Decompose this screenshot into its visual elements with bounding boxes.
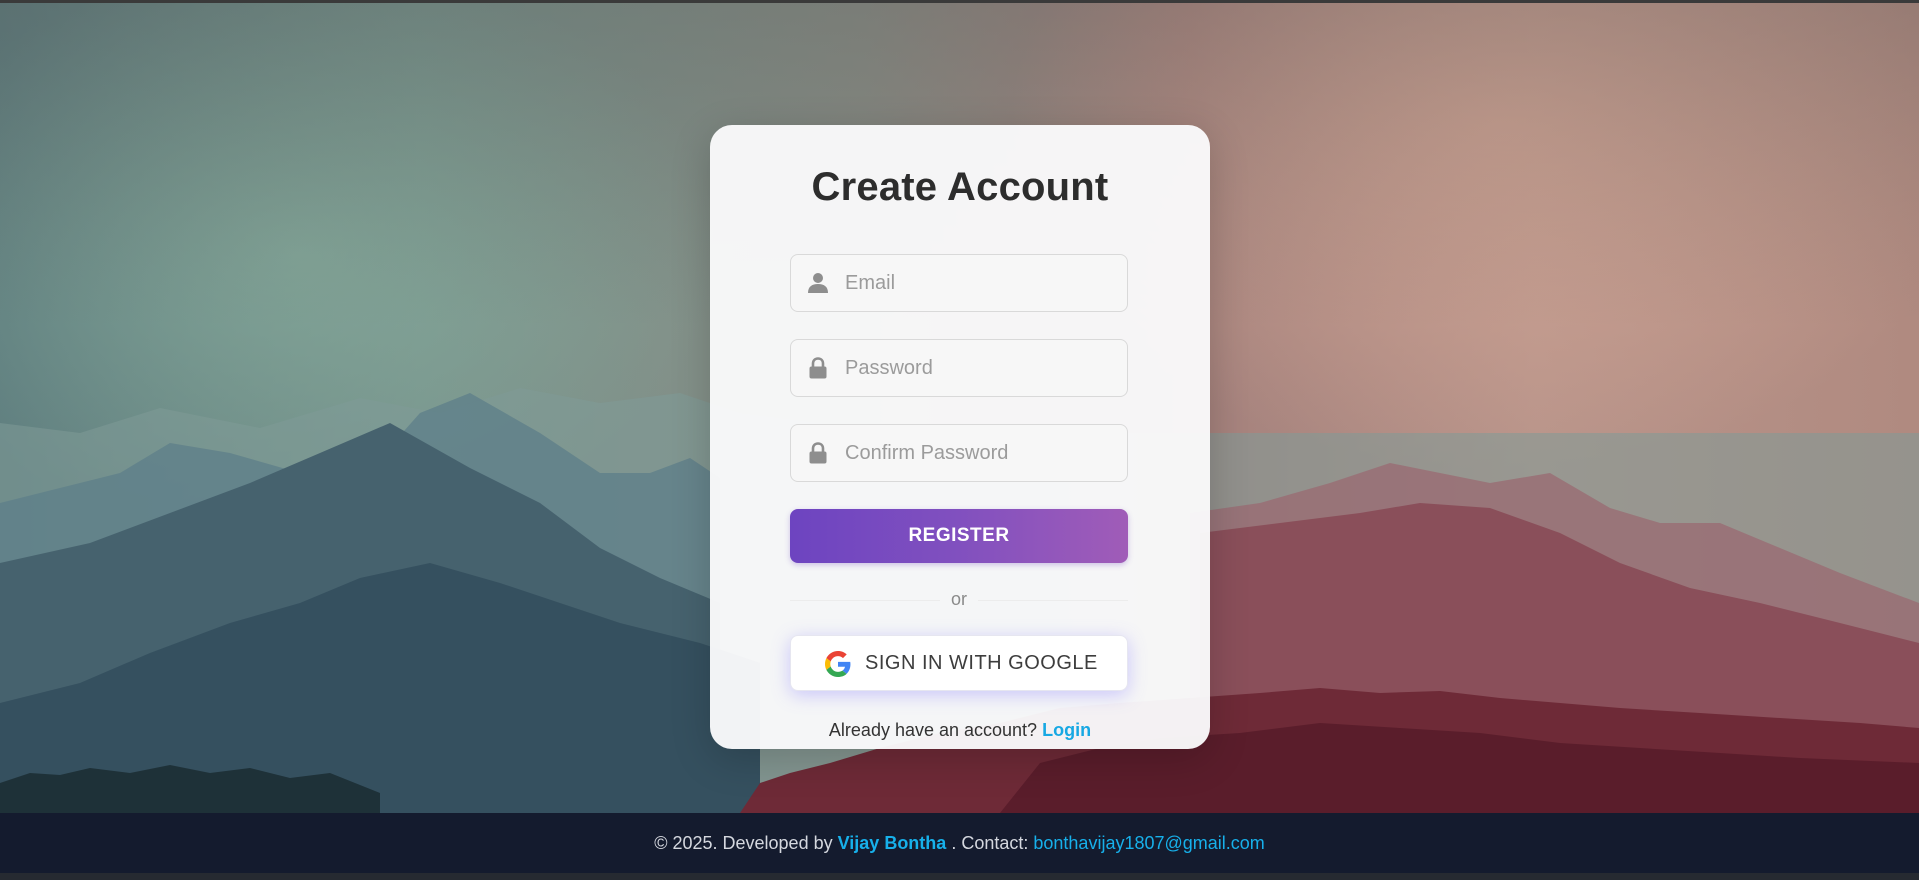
developer-name: Vijay Bontha <box>837 833 947 853</box>
page: Create Account REGISTER or <box>0 0 1919 880</box>
password-field[interactable] <box>790 339 1128 397</box>
user-icon <box>808 273 828 293</box>
divider-line-right <box>978 600 1128 601</box>
login-prompt: Already have an account? Login <box>710 720 1210 741</box>
confirm-password-input[interactable] <box>845 425 1115 481</box>
google-button-label: SIGN IN WITH GOOGLE <box>865 652 1098 674</box>
lock-icon <box>809 442 827 464</box>
contact-email-link[interactable]: bonthavijay1807@gmail.com <box>1033 833 1264 853</box>
login-link[interactable]: Login <box>1042 720 1091 740</box>
email-input[interactable] <box>845 255 1115 311</box>
bottom-border <box>0 873 1919 880</box>
register-card: Create Account REGISTER or <box>710 125 1210 749</box>
footer: © 2025. Developed by Vijay Bontha . Cont… <box>0 813 1919 873</box>
confirm-password-field[interactable] <box>790 424 1128 482</box>
or-divider: or <box>790 588 1128 612</box>
register-button[interactable]: REGISTER <box>790 509 1128 563</box>
google-signin-button[interactable]: SIGN IN WITH GOOGLE <box>790 635 1128 691</box>
footer-contact-label: . Contact: <box>951 833 1029 853</box>
lock-icon <box>809 357 827 379</box>
password-input[interactable] <box>845 340 1115 396</box>
google-icon <box>825 651 851 677</box>
page-title: Create Account <box>811 165 1109 209</box>
footer-copyright: © 2025. Developed by <box>654 833 833 853</box>
login-prompt-text: Already have an account? <box>828 720 1038 740</box>
email-field[interactable] <box>790 254 1128 312</box>
